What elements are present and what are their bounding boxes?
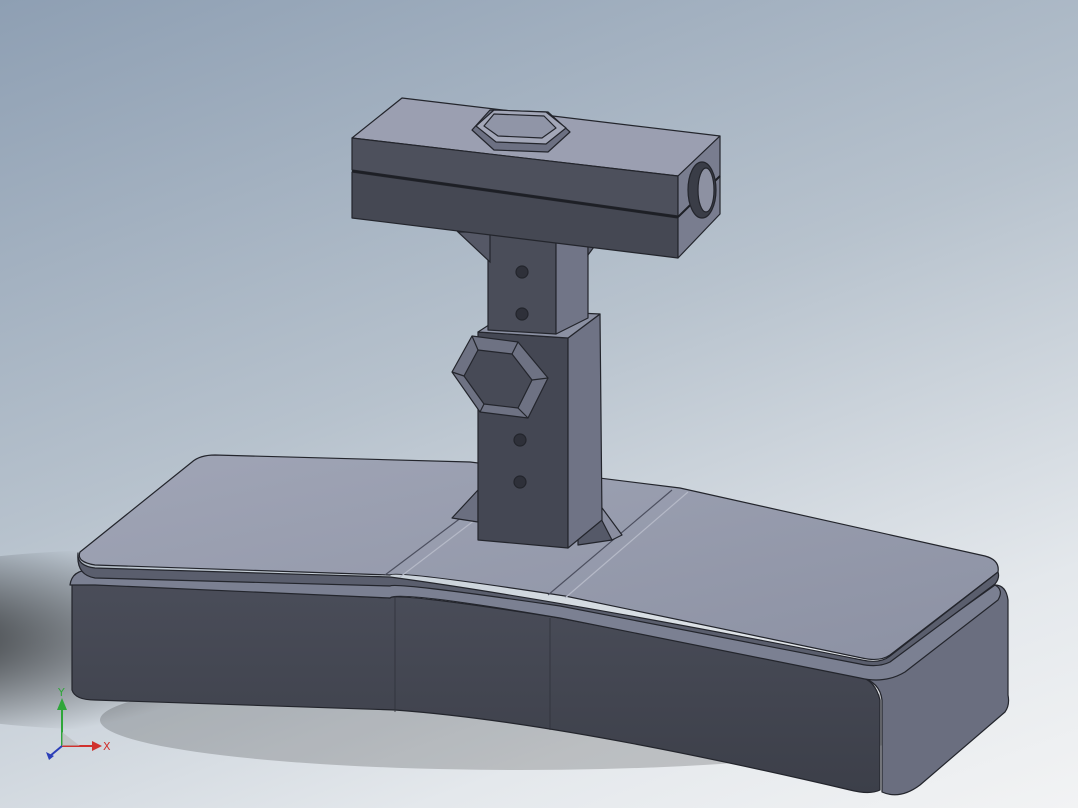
hole-outer-2 bbox=[513, 475, 527, 489]
outer-post-side bbox=[567, 313, 603, 549]
hole-inner-1 bbox=[515, 265, 529, 279]
y-axis-label: Y bbox=[57, 688, 65, 699]
z-axis-line bbox=[49, 745, 63, 757]
top-hex-face bbox=[483, 113, 557, 139]
hole-inner-2 bbox=[515, 307, 529, 321]
x-axis-label: X bbox=[103, 740, 111, 753]
y-axis-arrow-icon bbox=[57, 698, 67, 710]
3d-model-view[interactable] bbox=[0, 0, 1078, 808]
coordinate-triad: Y X bbox=[46, 688, 111, 760]
graphics-viewport[interactable]: Y X bbox=[0, 0, 1078, 808]
hole-outer-1 bbox=[513, 433, 527, 447]
x-axis-arrow-icon bbox=[92, 741, 102, 751]
xy-plane-marker bbox=[62, 732, 80, 746]
